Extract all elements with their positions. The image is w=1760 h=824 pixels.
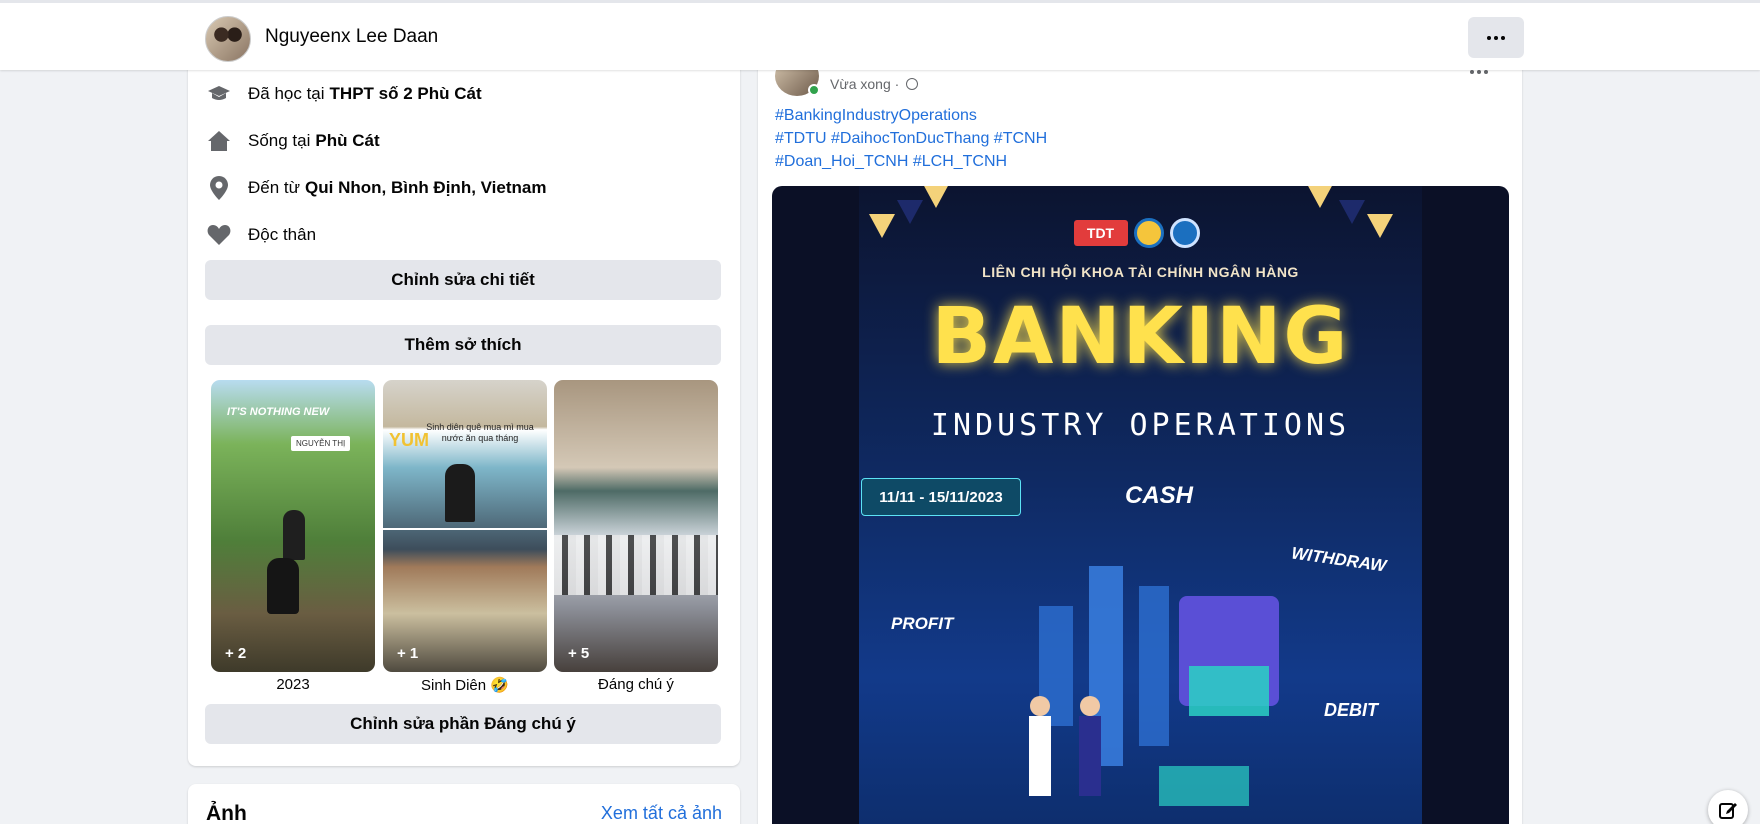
post-options-button[interactable] <box>1470 70 1488 74</box>
pennant-decoration <box>869 214 895 238</box>
compose-icon <box>1719 803 1737 819</box>
poster-date: 11/11 - 15/11/2023 <box>861 478 1021 516</box>
profile-avatar[interactable] <box>205 16 251 62</box>
person-figure <box>283 510 305 560</box>
featured-highlight-dang-chu-y[interactable]: + 5 <box>554 380 718 672</box>
highlight-overlay-text: Sinh diên quê mua mì mua nước ăn qua thá… <box>426 422 534 443</box>
location-pin-icon <box>206 175 232 201</box>
photos-title: Ảnh <box>206 802 247 824</box>
poster-inner: TDT LIÊN CHI HỘI KHOA TÀI CHÍNH NGÂN HÀN… <box>859 186 1422 824</box>
poster-subtitle2: INDUSTRY OPERATIONS <box>930 408 1351 443</box>
person-figure <box>267 558 299 614</box>
hashtag-link[interactable]: #BankingIndustryOperations <box>775 107 977 124</box>
from-prefix: Đến từ <box>248 178 301 197</box>
group-photo-crowd <box>554 535 718 595</box>
pennant-decoration <box>1367 214 1393 238</box>
pennant-decoration <box>1307 186 1333 208</box>
post-timestamp[interactable]: Vừa xong · <box>830 76 919 92</box>
collage-divider <box>383 528 547 530</box>
profile-top-bar: Nguyeenx Lee Daan <box>0 0 1760 70</box>
poster-word-withdraw: WITHDRAW <box>1290 543 1388 576</box>
education-prefix: Đã học tại <box>248 84 325 103</box>
lives-in-value[interactable]: Phù Cát <box>315 131 379 151</box>
globe-icon[interactable] <box>906 78 919 90</box>
tdt-logo: TDT <box>1073 220 1128 246</box>
person-figure <box>445 464 475 522</box>
highlight-tag: YUM <box>389 430 429 450</box>
from-value[interactable]: Qui Nhon, Bình Định, Vietnam <box>305 178 546 198</box>
hashtag-link[interactable]: #TDTU <box>775 130 827 147</box>
graduation-cap-icon <box>206 81 232 107</box>
post-hashtags: #BankingIndustryOperations #TDTU #Daihoc… <box>775 104 1047 173</box>
more-options-button[interactable] <box>1468 17 1524 58</box>
lives-in-prefix: Sống tại <box>248 131 311 150</box>
association-logo <box>1169 218 1200 248</box>
featured-highlight-2023[interactable]: IT'S NOTHING NEW NGUYỄN THỊ + 2 <box>211 380 375 672</box>
more-horizontal-icon <box>1487 35 1505 40</box>
poster-word-profit: PROFIT <box>891 614 954 633</box>
edit-featured-button[interactable]: Chỉnh sửa phần Đáng chú ý <box>205 704 721 744</box>
hashtag-link[interactable]: #TCNH <box>994 130 1047 147</box>
intro-from: Đến từ Qui Nhon, Bình Định, Vietnam <box>206 175 546 201</box>
intro-education: Đã học tại THPT số 2 Phù Cát <box>206 81 482 107</box>
intro-lives-in: Sống tại Phù Cát <box>206 128 380 154</box>
heart-icon <box>206 222 232 248</box>
intro-card: Đã học tại THPT số 2 Phù Cát Sống tại Ph… <box>188 60 740 766</box>
poster-word-cash: CASH <box>1125 482 1194 509</box>
highlight-count: + 2 <box>225 645 247 662</box>
add-hobbies-button[interactable]: Thêm sở thích <box>205 325 721 365</box>
pennant-decoration <box>897 200 923 224</box>
poster-word-debit: DEBIT <box>1324 700 1378 720</box>
highlight-tag: NGUYỄN THỊ <box>291 436 351 451</box>
relationship-status: Độc thân <box>248 225 317 244</box>
highlight-count: + 1 <box>397 645 419 662</box>
pennant-decoration <box>1339 200 1365 224</box>
highlight-label: Đáng chú ý <box>598 676 674 693</box>
highlight-label: Sinh Diên 🤣 <box>421 677 509 694</box>
post-card: Vừa xong · #BankingIndustryOperations #T… <box>758 56 1522 824</box>
intro-relationship: Độc thân <box>206 222 316 248</box>
see-all-photos-link[interactable]: Xem tất cả ảnh <box>601 803 722 824</box>
highlight-count: + 5 <box>568 645 590 662</box>
banking-illustration <box>1029 566 1279 806</box>
home-icon <box>206 128 232 154</box>
highlight-overlay-text: IT'S NOTHING NEW <box>227 406 330 418</box>
new-message-button[interactable] <box>1708 790 1748 824</box>
hashtag-link[interactable]: #Doan_Hoi_TCNH <box>775 153 908 170</box>
poster-title: BANKING <box>931 292 1350 382</box>
photos-card: Ảnh Xem tất cả ảnh <box>188 784 740 824</box>
poster-logos: TDT <box>1064 216 1209 250</box>
union-logo <box>1133 218 1164 248</box>
pennant-decoration <box>923 186 949 208</box>
poster-subtitle: LIÊN CHI HỘI KHOA TÀI CHÍNH NGÂN HÀNG <box>982 264 1299 280</box>
highlight-label: 2023 <box>276 676 310 693</box>
more-horizontal-icon <box>1470 70 1488 74</box>
edit-details-button[interactable]: Chỉnh sửa chi tiết <box>205 260 721 300</box>
post-image-poster[interactable]: TDT LIÊN CHI HỘI KHOA TÀI CHÍNH NGÂN HÀN… <box>772 186 1509 824</box>
profile-name[interactable]: Nguyeenx Lee Daan <box>265 26 438 48</box>
online-status-dot <box>808 84 820 96</box>
education-value[interactable]: THPT số 2 Phù Cát <box>330 84 482 104</box>
hashtag-link[interactable]: #LCH_TCNH <box>913 153 1007 170</box>
featured-highlight-sinh-dien[interactable]: Sinh diên quê mua mì mua nước ăn qua thá… <box>383 380 547 672</box>
hashtag-link[interactable]: #DaihocTonDucThang <box>831 130 989 147</box>
